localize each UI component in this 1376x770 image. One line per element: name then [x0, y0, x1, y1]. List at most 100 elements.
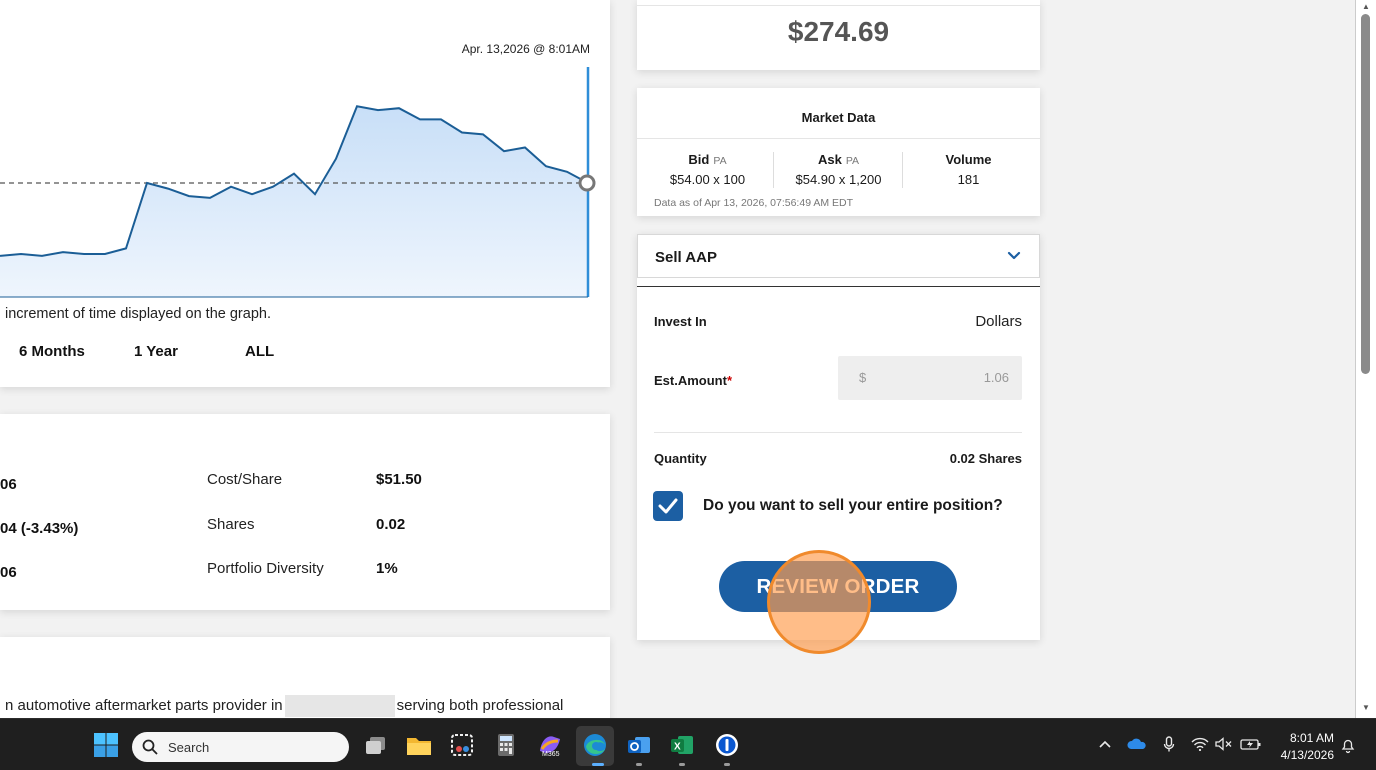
required-marker: * [726, 373, 733, 388]
divider [637, 5, 1040, 6]
excel-icon[interactable]: X [668, 731, 696, 759]
chart-point[interactable] [103, 252, 107, 256]
cost-share-value: $51.50 [376, 471, 422, 488]
scroll-down-arrow-icon[interactable]: ▼ [1362, 703, 1370, 712]
volume-value: 181 [957, 172, 980, 187]
file-explorer-icon[interactable] [405, 731, 433, 759]
chart-point[interactable] [187, 194, 191, 198]
sell-entire-position-label[interactable]: Do you want to sell your entire position… [703, 497, 1003, 515]
chart-point[interactable] [418, 117, 422, 121]
calculator-icon[interactable] [492, 731, 520, 759]
chart-note: increment of time displayed on the graph… [5, 306, 271, 322]
chart-point[interactable] [439, 117, 443, 121]
ask-exchange: PA [845, 155, 860, 167]
snipping-tool-icon[interactable] [448, 731, 476, 759]
battery-charging-icon[interactable] [1240, 737, 1262, 754]
volume-muted-icon[interactable] [1215, 737, 1233, 754]
review-order-button[interactable]: REVIEW ORDER [719, 561, 957, 612]
company-description: n automotive aftermarket parts provider … [5, 695, 563, 717]
chart-point[interactable] [61, 250, 65, 254]
1password-icon[interactable] [713, 731, 741, 759]
chart-point[interactable] [229, 185, 233, 189]
est-amount-input[interactable]: $ 1.06 [838, 356, 1022, 400]
est-amount-value: 1.06 [983, 370, 1009, 385]
scroll-up-arrow-icon[interactable]: ▲ [1362, 2, 1370, 11]
portfolio-diversity-label: Portfolio Diversity [207, 560, 324, 577]
windows-start-icon[interactable] [92, 731, 120, 759]
chart-current-marker[interactable] [578, 174, 596, 192]
page-scrollbar[interactable]: ▲ ▼ [1356, 0, 1376, 718]
running-indicator [636, 763, 642, 766]
range-1-year-button[interactable]: 1 Year [134, 343, 178, 360]
chart-point[interactable] [124, 246, 128, 250]
clock-time[interactable]: 8:01 AM [1278, 731, 1334, 745]
chart-point[interactable] [208, 196, 212, 200]
chart-point[interactable] [334, 157, 338, 161]
chart-point[interactable] [502, 149, 506, 153]
chart-point[interactable] [250, 192, 254, 196]
chart-point[interactable] [40, 254, 44, 258]
chart-timestamp: Apr. 13,2026 @ 8:01AM [461, 42, 590, 56]
active-indicator [592, 763, 604, 766]
chart-point[interactable] [313, 192, 317, 196]
chart-point[interactable] [481, 132, 485, 136]
market-data-timestamp: Data as of Apr 13, 2026, 07:56:49 AM EDT [654, 197, 854, 209]
chart-point[interactable] [82, 252, 86, 256]
search-icon [142, 739, 158, 755]
range-all-button[interactable]: ALL [245, 343, 274, 360]
portfolio-diversity-value: 1% [376, 560, 398, 577]
chart-point[interactable] [292, 172, 296, 176]
description-end: serving both professional [396, 696, 564, 714]
chart-point[interactable] [271, 185, 275, 189]
ask-header: Ask PA [774, 152, 903, 167]
ask-label: Ask [817, 152, 842, 167]
divider [637, 286, 1040, 287]
trade-action-dropdown[interactable]: Sell AAP [637, 234, 1040, 278]
chart-point[interactable] [544, 164, 548, 168]
edge-browser-icon[interactable] [581, 731, 609, 759]
chart-point[interactable] [19, 252, 23, 256]
chart-point[interactable] [460, 131, 464, 135]
chart-point[interactable] [145, 181, 149, 185]
task-view-icon[interactable] [362, 731, 390, 759]
chevron-up-icon[interactable] [1098, 737, 1112, 754]
currency-prefix: $ [859, 370, 867, 385]
ask-column: Ask PA $54.90 x 1,200 [774, 152, 903, 187]
bid-column: Bid PA $54.00 x 100 [643, 152, 772, 187]
volume-label: Volume [945, 152, 992, 167]
position-gain-loss: 04 (-3.43%) [0, 520, 79, 537]
position-value-3: 06 [0, 564, 17, 581]
outlook-icon[interactable] [625, 731, 653, 759]
current-price: $274.69 [787, 16, 890, 47]
redacted-region [284, 695, 395, 717]
invest-in-label: Invest In [654, 314, 707, 329]
range-6-months-button[interactable]: 6 Months [19, 343, 85, 360]
position-card: 06 04 (-3.43%) 06 Cost/Share $51.50 Shar… [0, 414, 610, 610]
onedrive-cloud-icon[interactable] [1127, 737, 1147, 754]
price-chart[interactable] [0, 60, 610, 300]
chart-point[interactable] [565, 170, 569, 174]
quantity-value: 0.02 Shares [949, 451, 1022, 466]
position-value-1: 06 [0, 476, 17, 493]
wifi-icon[interactable] [1191, 737, 1209, 754]
m365-copilot-icon[interactable]: M365 [536, 731, 564, 759]
microphone-icon[interactable] [1163, 736, 1175, 756]
scroll-thumb[interactable] [1361, 14, 1370, 374]
chart-point[interactable] [376, 108, 380, 112]
bid-label: Bid [688, 152, 710, 167]
chart-point[interactable] [355, 104, 359, 108]
sell-entire-position-checkbox[interactable] [653, 491, 683, 521]
bid-header: Bid PA [643, 152, 772, 167]
running-indicator [679, 763, 685, 766]
chart-point[interactable] [166, 187, 170, 191]
chart-point[interactable] [397, 106, 401, 110]
chart-point[interactable] [523, 145, 527, 149]
invest-in-value[interactable]: Dollars [975, 313, 1022, 330]
chart-area-fill [0, 106, 588, 297]
notification-bell-icon[interactable] [1340, 738, 1356, 757]
trade-ticket: Sell AAP Invest In Dollars Est.Amount* $… [637, 234, 1040, 654]
m365-label: M365 [542, 751, 560, 758]
taskbar-search-box[interactable]: Search [132, 732, 349, 762]
clock-date[interactable]: 4/13/2026 [1270, 748, 1334, 762]
price-card: $274.69 [637, 0, 1040, 70]
